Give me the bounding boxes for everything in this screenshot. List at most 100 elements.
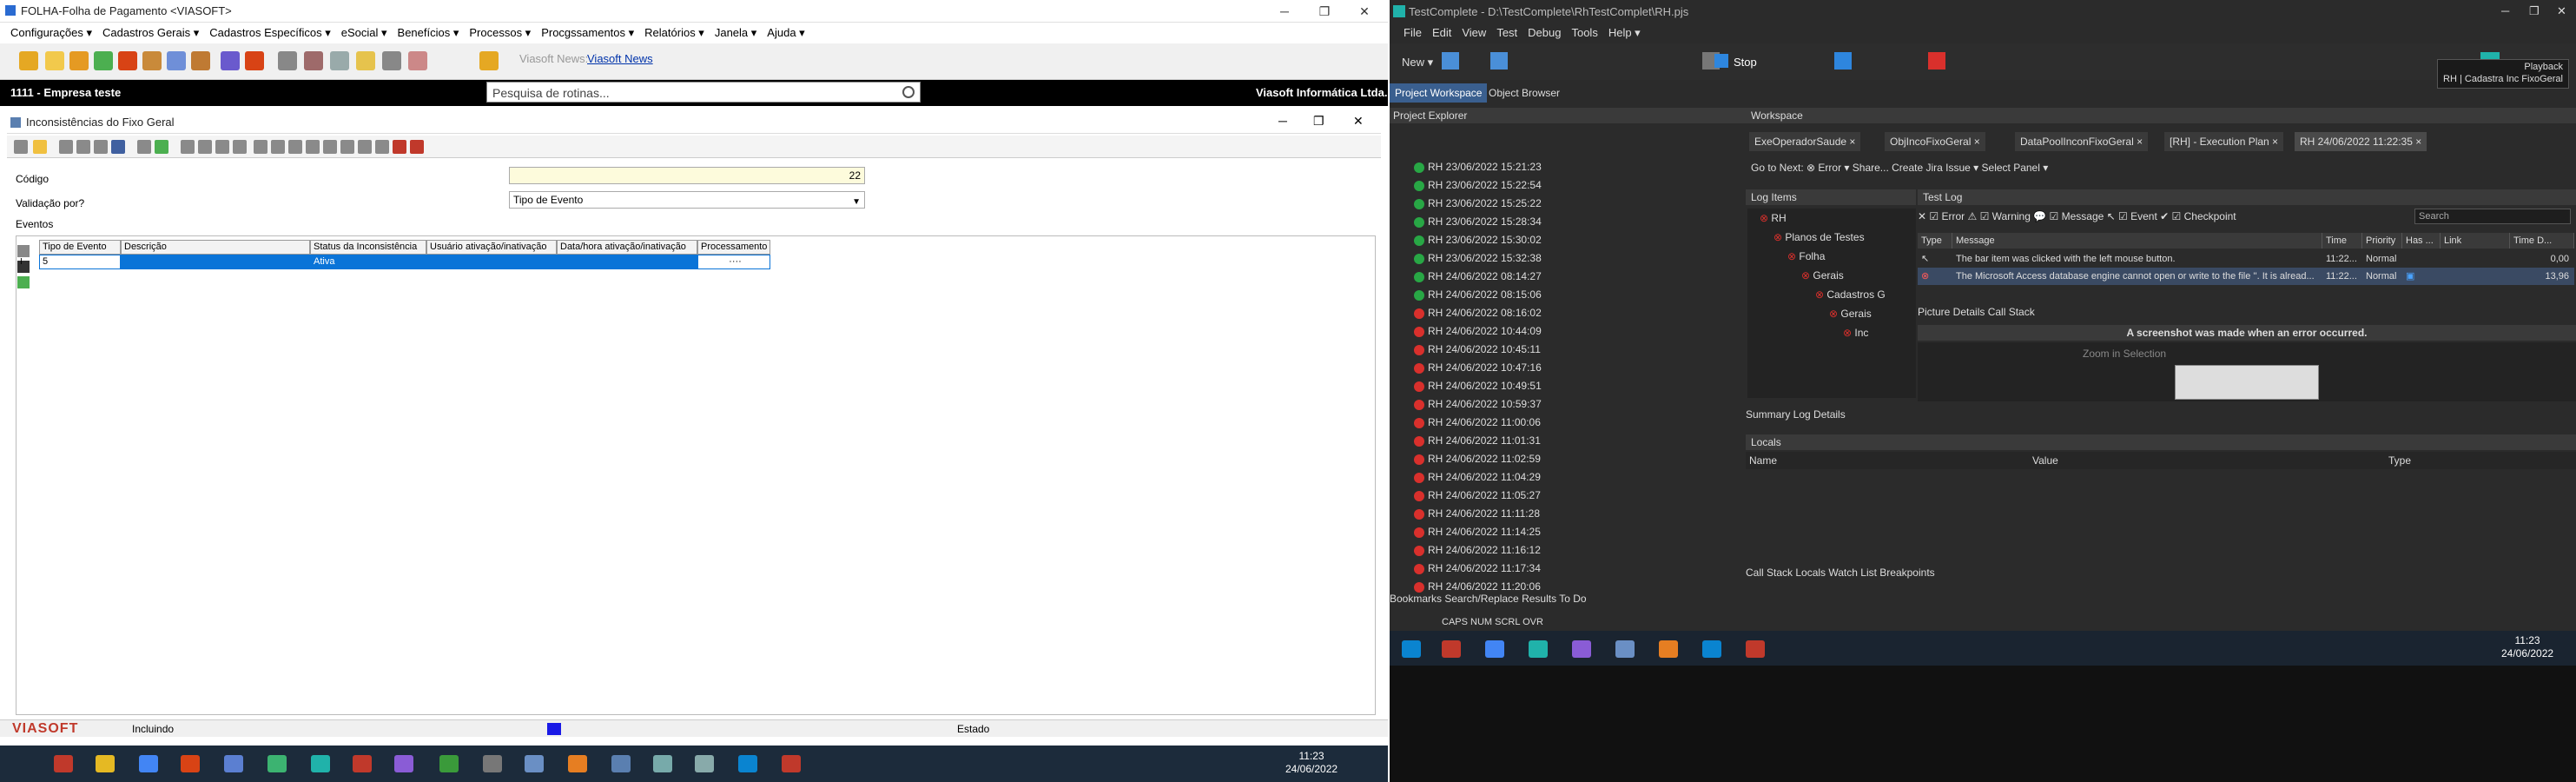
calc-icon[interactable] bbox=[330, 51, 349, 70]
vivaldi-icon[interactable] bbox=[181, 755, 200, 772]
print-icon[interactable] bbox=[408, 51, 427, 70]
refresh-icon[interactable] bbox=[94, 51, 113, 70]
edge-icon[interactable] bbox=[738, 755, 757, 772]
column-header[interactable]: Link bbox=[2441, 233, 2510, 249]
log-entry[interactable]: RH 24/06/2022 10:44:09 bbox=[1414, 322, 1744, 341]
tree-node[interactable]: ⊗ Folha bbox=[1747, 247, 1916, 266]
open-icon[interactable] bbox=[69, 51, 89, 70]
menu-beneficios[interactable]: Benefícios ▾ bbox=[398, 26, 459, 40]
active-app-icon[interactable] bbox=[525, 755, 544, 772]
last-icon[interactable] bbox=[233, 140, 247, 154]
layout-icon[interactable] bbox=[340, 140, 354, 154]
add-icon[interactable] bbox=[1442, 52, 1459, 70]
testcomplete-icon[interactable] bbox=[311, 755, 330, 772]
copy-icon[interactable] bbox=[76, 140, 90, 154]
zoom-label[interactable]: Zoom in Selection bbox=[2083, 348, 2166, 360]
calc-icon[interactable] bbox=[695, 755, 714, 772]
form-close-button[interactable]: ✕ bbox=[1353, 114, 1364, 129]
news-link[interactable]: Viasoft News bbox=[587, 52, 653, 65]
chrome-icon[interactable] bbox=[1485, 640, 1504, 658]
print-icon[interactable] bbox=[94, 140, 108, 154]
minimize-button[interactable]: ─ bbox=[2501, 4, 2509, 17]
stop-button[interactable]: Stop bbox=[1734, 56, 1757, 69]
tree-node[interactable]: ⊗ Gerais bbox=[1747, 304, 1916, 323]
menu-processamentos[interactable]: Procgssamentos ▾ bbox=[541, 26, 634, 40]
refresh-icon[interactable] bbox=[254, 140, 268, 154]
help-icon[interactable] bbox=[479, 51, 499, 70]
testcomplete-icon[interactable] bbox=[1529, 640, 1548, 658]
filter-clear-icon[interactable] bbox=[306, 140, 320, 154]
menu-test[interactable]: Test bbox=[1496, 26, 1517, 40]
app-icon[interactable] bbox=[353, 755, 372, 772]
log-entry[interactable]: RH 23/06/2022 15:25:22 bbox=[1414, 195, 1744, 213]
wps-icon[interactable] bbox=[782, 755, 801, 772]
debug-icon[interactable] bbox=[1928, 52, 1945, 70]
tab-execution-plan[interactable]: [RH] - Execution Plan × bbox=[2164, 132, 2285, 151]
column-header[interactable]: Status da Inconsistência bbox=[310, 240, 426, 255]
form-icon[interactable] bbox=[167, 51, 186, 70]
log-entry[interactable]: RH 24/06/2022 08:16:02 bbox=[1414, 304, 1744, 322]
close-button[interactable]: ✕ bbox=[2557, 4, 2566, 18]
cell-data[interactable] bbox=[557, 255, 697, 269]
settings-icon[interactable] bbox=[278, 51, 297, 70]
cell-usuario[interactable] bbox=[426, 255, 557, 269]
menu-cadastros-especificos[interactable]: Cadastros Específicos ▾ bbox=[209, 26, 330, 40]
user-icon[interactable] bbox=[221, 51, 240, 70]
column-header[interactable]: Priority bbox=[2362, 233, 2402, 249]
cancel-icon[interactable] bbox=[393, 140, 406, 154]
routine-search[interactable]: Pesquisa de rotinas... bbox=[486, 82, 921, 103]
column-header[interactable]: Message bbox=[1952, 233, 2322, 249]
tab-object-browser[interactable]: Object Browser bbox=[1483, 83, 1565, 103]
menu-janela[interactable]: Janela ▾ bbox=[715, 26, 756, 40]
log-entry[interactable]: RH 24/06/2022 10:45:11 bbox=[1414, 341, 1744, 359]
menu-esocial[interactable]: eSocial ▾ bbox=[341, 26, 387, 40]
menu-debug[interactable]: Debug bbox=[1528, 26, 1561, 40]
log-entry[interactable]: RH 24/06/2022 11:11:28 bbox=[1414, 505, 1744, 523]
github-icon[interactable] bbox=[394, 755, 413, 772]
grid-icon[interactable] bbox=[59, 140, 73, 154]
tree-node[interactable]: ⊗ Gerais bbox=[1747, 266, 1916, 285]
stop-icon[interactable] bbox=[1714, 54, 1728, 68]
log-detail-tabs[interactable]: Picture Details Call Stack bbox=[1918, 306, 2035, 318]
column-header[interactable]: Processamento bbox=[697, 240, 770, 255]
lock-icon[interactable] bbox=[356, 51, 375, 70]
paste-icon[interactable] bbox=[358, 140, 372, 154]
tab-obj-incon[interactable]: ObjIncoFixoGeral × bbox=[1885, 132, 1986, 151]
column-header[interactable]: Name bbox=[1749, 452, 1777, 469]
menu-file[interactable]: File bbox=[1404, 26, 1422, 40]
settings-icon[interactable] bbox=[483, 755, 502, 772]
restore-button[interactable]: ❐ bbox=[1305, 0, 1344, 23]
log-entry[interactable]: RH 24/06/2022 10:59:37 bbox=[1414, 395, 1744, 414]
log-search-input[interactable]: Search bbox=[2414, 209, 2571, 224]
next-icon[interactable] bbox=[215, 140, 229, 154]
debug-tabs[interactable]: Call Stack Locals Watch List Breakpoints bbox=[1746, 567, 1935, 579]
delete-icon[interactable] bbox=[137, 140, 151, 154]
clock[interactable]: 11:23 24/06/2022 bbox=[2501, 634, 2553, 660]
save-icon[interactable] bbox=[1490, 52, 1508, 70]
log-entry[interactable]: RH 24/06/2022 11:01:31 bbox=[1414, 432, 1744, 450]
clock[interactable]: 11:23 24/06/2022 bbox=[1285, 750, 1338, 776]
column-header[interactable]: Data/hora ativação/inativação bbox=[557, 240, 697, 255]
log-entry[interactable]: RH 24/06/2022 11:14:25 bbox=[1414, 523, 1744, 541]
pause-icon[interactable] bbox=[1834, 52, 1852, 70]
menu-configuracoes[interactable]: Configurações ▾ bbox=[10, 26, 92, 40]
log-entry[interactable]: RH 23/06/2022 15:30:02 bbox=[1414, 231, 1744, 249]
column-header[interactable]: Tipo de Evento bbox=[39, 240, 121, 255]
log-entry[interactable]: RH 24/06/2022 08:14:27 bbox=[1414, 268, 1744, 286]
codigo-field[interactable]: 22 bbox=[509, 167, 865, 184]
new-icon[interactable] bbox=[14, 140, 28, 154]
column-header[interactable]: Time bbox=[2322, 233, 2362, 249]
column-header[interactable]: Has ... bbox=[2402, 233, 2441, 249]
folder-icon[interactable] bbox=[96, 755, 115, 772]
user-gear-icon[interactable] bbox=[245, 51, 264, 70]
menu-cadastros-gerais[interactable]: Cadastros Gerais ▾ bbox=[102, 26, 199, 40]
app-icon[interactable] bbox=[611, 755, 631, 772]
picture-icon[interactable]: ▣ bbox=[2402, 268, 2510, 285]
tree-node[interactable]: ⊗ Planos de Testes bbox=[1747, 228, 1916, 247]
menu-tools[interactable]: Tools bbox=[1571, 26, 1597, 40]
summary-tabs[interactable]: Summary Log Details bbox=[1746, 408, 1846, 421]
close-button[interactable]: ✕ bbox=[1344, 0, 1384, 23]
tab-exe-operador[interactable]: ExeOperadorSaude × bbox=[1749, 132, 1862, 151]
log-entry[interactable]: RH 24/06/2022 11:16:12 bbox=[1414, 541, 1744, 560]
filter-add-icon[interactable] bbox=[288, 140, 302, 154]
